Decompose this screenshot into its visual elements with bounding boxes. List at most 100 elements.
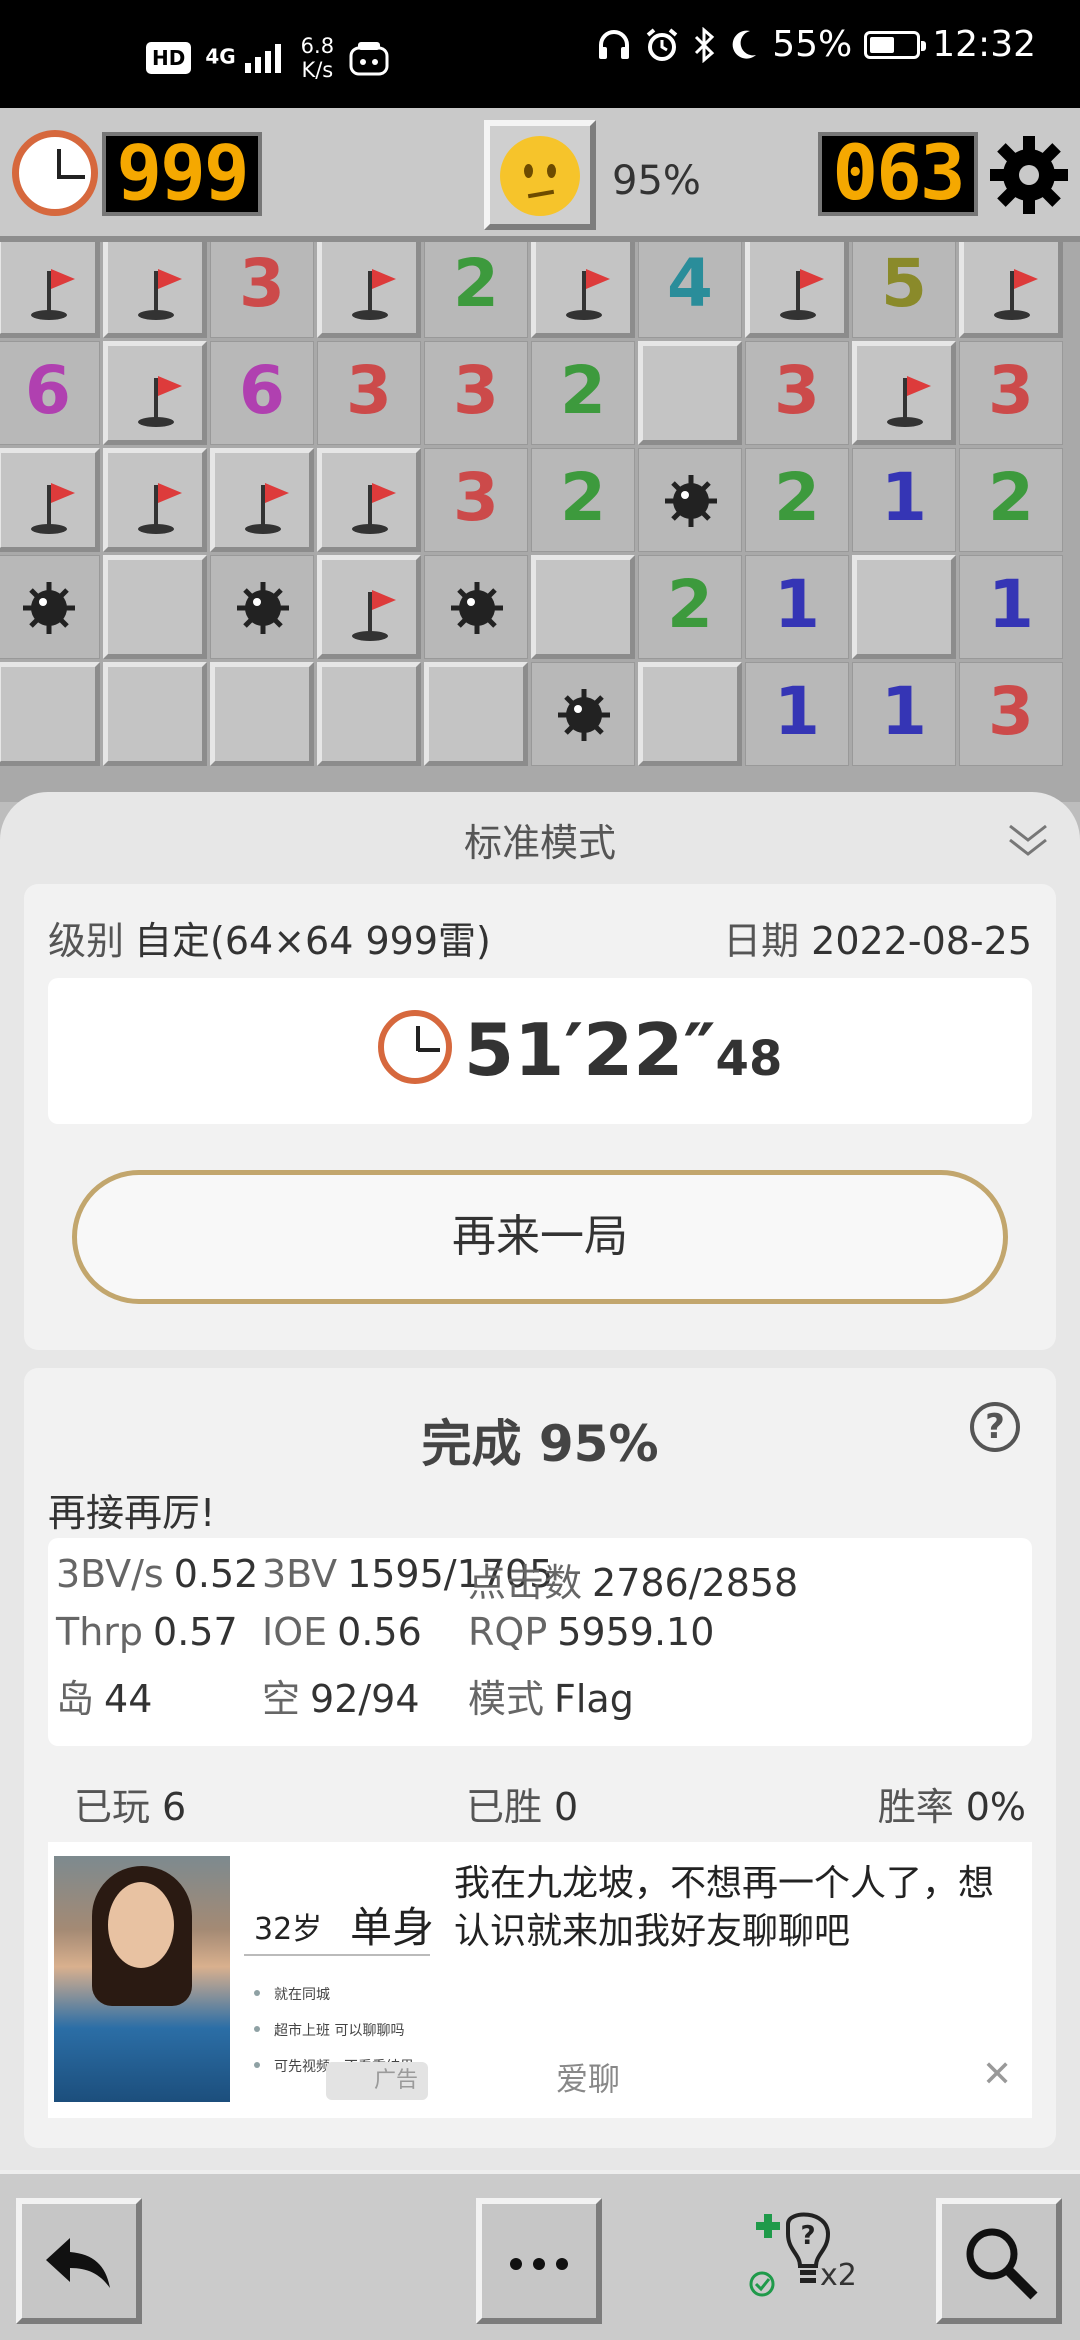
battery-percent: 55%	[772, 24, 853, 65]
unrevealed-cell[interactable]	[0, 662, 100, 766]
stat-islands: 岛 44	[56, 1668, 152, 1723]
unrevealed-cell[interactable]	[531, 555, 635, 659]
mine-cell[interactable]	[638, 448, 742, 552]
collapse-chevron-icon[interactable]	[1006, 820, 1050, 860]
unrevealed-cell[interactable]	[852, 555, 956, 659]
mine-cell[interactable]	[424, 555, 528, 659]
settings-gear-icon[interactable]	[984, 130, 1074, 220]
stat-empty: 空 92/94	[262, 1668, 420, 1723]
number-cell[interactable]: 2	[959, 448, 1063, 552]
number-cell[interactable]: 1	[959, 555, 1063, 659]
date-value: 2022-08-25	[811, 919, 1032, 963]
number-cell[interactable]: 3	[424, 341, 528, 445]
result-panel: 标准模式 级别 自定(64×64 999雷) 日期 2022-08-25 51′22…	[0, 792, 1080, 2170]
mine-cell[interactable]	[531, 662, 635, 766]
flagged-cell[interactable]	[852, 341, 956, 445]
mine-cell[interactable]	[0, 555, 100, 659]
number-cell[interactable]: 6	[210, 341, 314, 445]
flagged-cell[interactable]	[745, 242, 849, 338]
win-rate: 胜率 0%	[878, 1776, 1026, 1831]
undo-arrow-icon	[46, 2238, 110, 2288]
mine-icon	[665, 475, 717, 527]
stat-value: 0.52	[173, 1552, 259, 1596]
flagged-cell[interactable]	[103, 341, 207, 445]
unrevealed-cell[interactable]	[638, 341, 742, 445]
ad-brand: 爱聊	[556, 2060, 621, 2098]
notification-app-icon	[349, 42, 389, 76]
number-cell[interactable]: 3	[745, 341, 849, 445]
search-button[interactable]	[936, 2198, 1062, 2324]
number-cell[interactable]: 2	[531, 341, 635, 445]
number-cell[interactable]: 1	[745, 555, 849, 659]
stat-value: 92/94	[310, 1677, 420, 1721]
cell-number: 1	[774, 673, 820, 750]
stat-value: 0.57	[153, 1610, 238, 1654]
cell-number: 6	[25, 352, 71, 429]
neutral-face-icon	[500, 136, 580, 216]
bottom-toolbar: ? x2	[0, 2170, 1080, 2340]
mine-cell[interactable]	[210, 555, 314, 659]
cell-number: 3	[453, 352, 499, 429]
level-label: 级别	[48, 919, 125, 963]
help-question-icon[interactable]: ?	[970, 1402, 1020, 1452]
flagged-cell[interactable]	[103, 242, 207, 338]
ad-bullet: 超市上班 可以聊聊吗	[253, 2020, 404, 2040]
flagged-cell[interactable]	[959, 242, 1063, 338]
record-value: 0	[554, 1785, 579, 1829]
flag-icon	[352, 590, 396, 641]
more-options-button[interactable]	[476, 2198, 602, 2324]
speed-unit: K/s	[301, 58, 334, 82]
ad-photo[interactable]	[54, 1856, 230, 2102]
flag-icon	[994, 269, 1038, 320]
cell-number: 2	[453, 245, 499, 322]
cell-number: 3	[239, 245, 285, 322]
mines-remaining-counter: 063	[818, 132, 978, 216]
flagged-cell[interactable]	[0, 448, 100, 552]
unrevealed-cell[interactable]	[638, 662, 742, 766]
number-cell[interactable]: 3	[959, 341, 1063, 445]
number-cell[interactable]: 3	[210, 242, 314, 338]
unrevealed-cell[interactable]	[103, 662, 207, 766]
speed-value: 6.8	[300, 34, 335, 58]
number-cell[interactable]: 4	[638, 242, 742, 338]
number-cell[interactable]: 1	[852, 448, 956, 552]
number-cell[interactable]: 5	[852, 242, 956, 338]
number-cell[interactable]: 2	[638, 555, 742, 659]
unrevealed-cell[interactable]	[317, 662, 421, 766]
signal-icon	[244, 44, 281, 73]
games-won: 已胜 0	[466, 1776, 578, 1831]
number-cell[interactable]: 6	[0, 341, 100, 445]
timer-clock-icon	[12, 130, 98, 216]
number-cell[interactable]: 3	[424, 448, 528, 552]
undo-button[interactable]	[16, 2198, 142, 2324]
flagged-cell[interactable]	[103, 448, 207, 552]
flagged-cell[interactable]	[317, 555, 421, 659]
date-info: 日期 2022-08-25	[723, 910, 1032, 965]
number-cell[interactable]: 2	[745, 448, 849, 552]
number-cell[interactable]: 1	[745, 662, 849, 766]
number-cell[interactable]: 2	[531, 448, 635, 552]
stat-value: 2786/2858	[592, 1561, 799, 1605]
cell-number: 2	[667, 566, 713, 643]
number-cell[interactable]: 2	[424, 242, 528, 338]
flagged-cell[interactable]	[210, 448, 314, 552]
number-cell[interactable]: 1	[852, 662, 956, 766]
reset-face-button[interactable]	[484, 120, 596, 230]
unrevealed-cell[interactable]	[210, 662, 314, 766]
number-cell[interactable]: 3	[959, 662, 1063, 766]
flagged-cell[interactable]	[0, 242, 100, 338]
bluetooth-icon	[695, 26, 715, 63]
completion-title: 完成 95%	[421, 1415, 659, 1473]
flagged-cell[interactable]	[531, 242, 635, 338]
play-again-button[interactable]: 再来一局	[72, 1170, 1008, 1304]
minefield-board[interactable]: 3245663323332212211113	[0, 242, 1080, 802]
ad-close-button[interactable]: ✕	[982, 2054, 1012, 2095]
completion-percent: 95%	[612, 158, 701, 204]
flagged-cell[interactable]	[317, 242, 421, 338]
record-label: 胜率	[877, 1785, 954, 1829]
number-cell[interactable]: 3	[317, 341, 421, 445]
unrevealed-cell[interactable]	[424, 662, 528, 766]
unrevealed-cell[interactable]	[103, 555, 207, 659]
flagged-cell[interactable]	[317, 448, 421, 552]
advertisement-banner[interactable]: 32岁 单身 就在同城 超市上班 可以聊聊吗 可先视频，不看重结果 我在九龙坡，…	[48, 1842, 1032, 2118]
